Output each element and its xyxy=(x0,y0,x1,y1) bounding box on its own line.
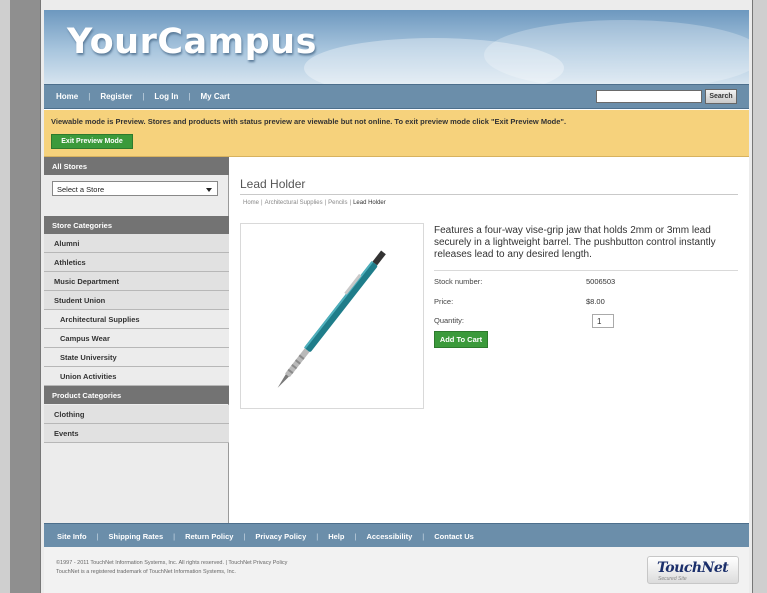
breadcrumb-separator: | xyxy=(261,200,263,206)
footer-contact-us-link[interactable]: Contact Us xyxy=(434,532,474,541)
title-divider xyxy=(240,194,738,195)
footer-separator: | xyxy=(316,532,319,541)
search-button[interactable]: Search xyxy=(705,89,737,104)
product-categories-header: Product Categories xyxy=(44,386,229,404)
site-banner: YourCampus xyxy=(44,10,749,84)
footer-shipping-rates-link[interactable]: Shipping Rates xyxy=(109,532,164,541)
stock-number-value: 5006503 xyxy=(586,277,616,286)
sidebar-item-events[interactable]: Events xyxy=(44,424,229,443)
breadcrumb-architectural-supplies[interactable]: Architectural Supplies xyxy=(265,200,323,206)
copyright-line: ©1997 - 2011 TouchNet Information System… xyxy=(56,560,288,566)
footer-separator: | xyxy=(96,532,99,541)
sidebar-item-student-union[interactable]: Student Union xyxy=(44,291,229,310)
product-content: Lead Holder Home | Architectural Supplies |… xyxy=(230,157,749,523)
breadcrumb-current: Lead Holder xyxy=(353,200,386,206)
pencil-tip-shape xyxy=(277,374,290,388)
banner-cloud xyxy=(484,20,749,84)
breadcrumb-separator: | xyxy=(349,200,352,206)
sidebar-item-state-university[interactable]: State University xyxy=(44,348,229,367)
copyright-text: ©1997 - 2011 TouchNet Information System… xyxy=(56,559,287,577)
chevron-down-icon xyxy=(206,188,212,192)
pencil-grip-shape xyxy=(285,348,310,378)
price-label: Price: xyxy=(434,297,454,306)
sidebar-item-music-department[interactable]: Music Department xyxy=(44,272,229,291)
page-background-left xyxy=(10,0,40,593)
product-description: Features a four-way vise-grip jaw that h… xyxy=(434,225,716,260)
preview-message: Viewable mode is Preview. Stores and pro… xyxy=(51,117,567,126)
breadcrumb-separator: | xyxy=(324,200,327,206)
quantity-input[interactable]: 1 xyxy=(592,314,614,328)
footer-site-info-link[interactable]: Site Info xyxy=(57,532,87,541)
breadcrumb-pencils[interactable]: Pencils xyxy=(328,200,347,206)
sidebar-item-alumni[interactable]: Alumni xyxy=(44,234,229,253)
touchnet-logo[interactable]: TouchNet Secured Site xyxy=(647,556,739,584)
footer-separator: | xyxy=(243,532,246,541)
nav-home-link[interactable]: Home xyxy=(56,92,78,101)
store-select-dropdown[interactable]: Select a Store xyxy=(52,181,218,196)
footer-links: Site Info | Shipping Rates | Return Poli… xyxy=(57,532,474,541)
footer-accessibility-link[interactable]: Accessibility xyxy=(366,532,412,541)
browser-margin-left xyxy=(0,0,10,593)
sidebar-item-clothing[interactable]: Clothing xyxy=(44,405,229,424)
sidebar-item-architectural-supplies[interactable]: Architectural Supplies xyxy=(44,310,229,329)
footer-return-policy-link[interactable]: Return Policy xyxy=(185,532,233,541)
store-page: YourCampus Home | Register | Log In | My… xyxy=(44,10,749,593)
nav-my-cart-link[interactable]: My Cart xyxy=(200,92,229,101)
top-nav-links: Home | Register | Log In | My Cart xyxy=(56,92,230,101)
nav-login-link[interactable]: Log In xyxy=(154,92,178,101)
info-divider xyxy=(434,270,738,271)
store-categories-header: Store Categories xyxy=(44,216,229,234)
sidebar-item-campus-wear[interactable]: Campus Wear xyxy=(44,329,229,348)
footer-help-link[interactable]: Help xyxy=(328,532,344,541)
nav-separator: | xyxy=(142,92,145,101)
exit-preview-button[interactable]: Exit Preview Mode xyxy=(51,134,133,149)
footer-separator: | xyxy=(422,532,425,541)
price-value: $8.00 xyxy=(586,297,605,306)
page-title: Lead Holder xyxy=(240,177,306,191)
nav-separator: | xyxy=(188,92,191,101)
store-select-value: Select a Store xyxy=(57,185,105,194)
breadcrumb-home[interactable]: Home xyxy=(243,200,259,206)
site-footer: ©1997 - 2011 TouchNet Information System… xyxy=(44,547,749,593)
lead-holder-image xyxy=(277,250,386,388)
search-input[interactable] xyxy=(596,90,702,103)
touchnet-logo-tag: Secured Site xyxy=(658,576,687,582)
product-image[interactable] xyxy=(240,223,424,409)
sidebar-item-athletics[interactable]: Athletics xyxy=(44,253,229,272)
touchnet-logo-text: TouchNet xyxy=(657,560,729,576)
footer-navigation: Site Info | Shipping Rates | Return Poli… xyxy=(44,523,749,547)
nav-register-link[interactable]: Register xyxy=(100,92,132,101)
sidebar: All Stores Select a Store Store Categori… xyxy=(44,157,229,523)
nav-separator: | xyxy=(88,92,91,101)
quantity-label: Quantity: xyxy=(434,316,465,325)
browser-margin-right xyxy=(753,0,767,593)
footer-privacy-policy-link[interactable]: Privacy Policy xyxy=(255,532,306,541)
trademark-line: TouchNet is a registered trademark of To… xyxy=(56,569,236,575)
site-logo[interactable]: YourCampus xyxy=(67,22,317,62)
stock-number-label: Stock number: xyxy=(434,277,483,286)
footer-separator: | xyxy=(354,532,357,541)
sidebar-item-union-activities[interactable]: Union Activities xyxy=(44,367,229,386)
add-to-cart-button[interactable]: Add To Cart xyxy=(434,331,488,348)
preview-mode-banner: Viewable mode is Preview. Stores and pro… xyxy=(44,110,749,157)
breadcrumb: Home | Architectural Supplies | Pencils | Lead… xyxy=(243,200,386,206)
all-stores-header: All Stores xyxy=(44,157,229,175)
pencil-barrel-shape xyxy=(304,261,378,352)
footer-separator: | xyxy=(173,532,176,541)
top-navigation: Home | Register | Log In | My Cart Searc… xyxy=(44,84,749,109)
